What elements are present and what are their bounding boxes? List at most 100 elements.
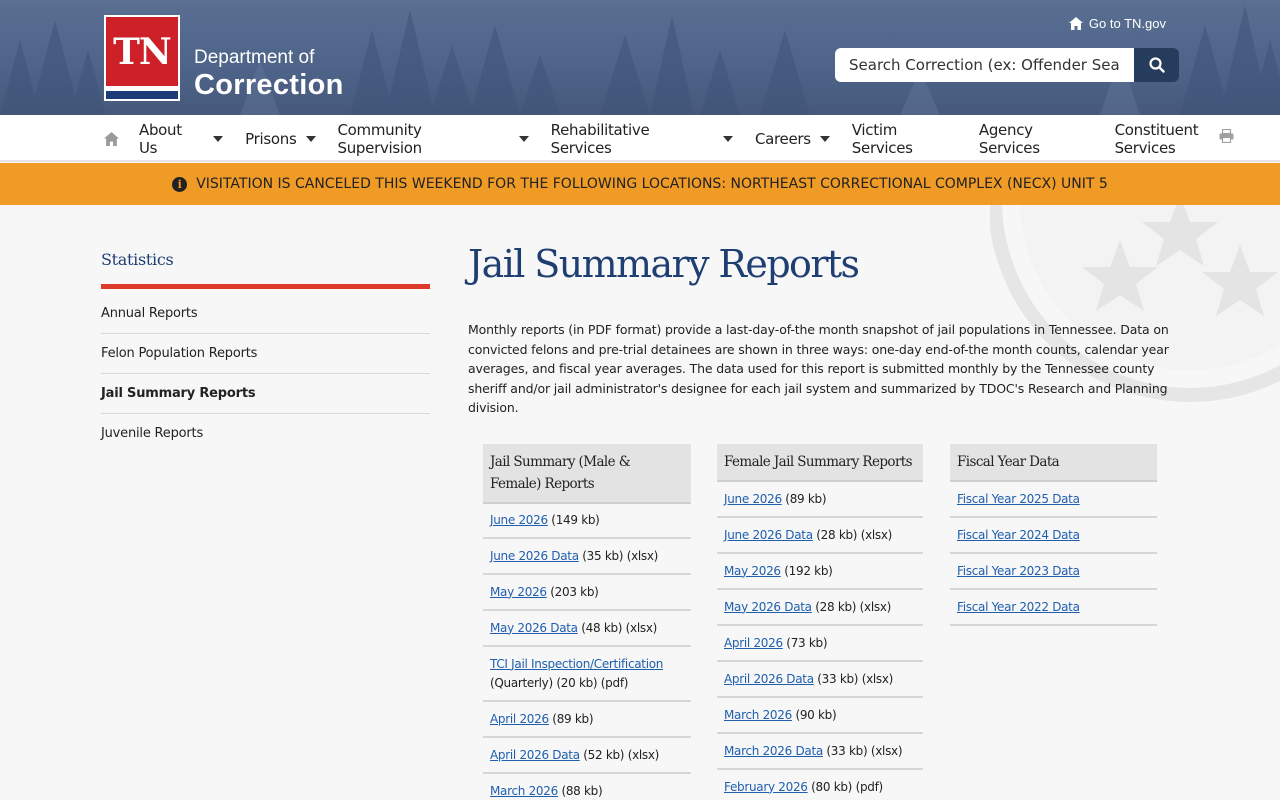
caret-down-icon: [819, 135, 830, 142]
caret-down-icon: [213, 135, 224, 142]
report-link[interactable]: May 2026: [490, 585, 547, 599]
nav-item-label: Agency Services: [978, 120, 1040, 157]
report-link[interactable]: April 2026 Data: [490, 748, 580, 762]
list-item: May 2026 (203 kb): [483, 575, 691, 611]
report-link[interactable]: June 2026: [490, 513, 548, 527]
report-size: (73 kb): [782, 635, 828, 650]
sidebar: Statistics Annual Reports Felon Populati…: [101, 250, 430, 454]
nav-item-label: Constituent Services: [1114, 120, 1199, 157]
report-link[interactable]: March 2026 Data: [724, 744, 823, 758]
report-link[interactable]: April 2026 Data: [724, 672, 814, 686]
search-form: [835, 48, 1179, 82]
list-item: May 2026 (192 kb): [717, 554, 923, 590]
sidebar-item-felon-population-reports[interactable]: Felon Population Reports: [101, 334, 430, 374]
report-size: (192 kb): [780, 563, 833, 578]
column-heading: Jail Summary (Male & Female) Reports: [483, 444, 691, 504]
report-size: (90 kb): [791, 707, 837, 722]
report-link[interactable]: Fiscal Year 2022 Data: [957, 600, 1080, 614]
search-icon: [1148, 57, 1165, 73]
report-link[interactable]: March 2026: [724, 708, 792, 722]
nav-item-prisons[interactable]: Prisons: [245, 130, 320, 148]
alert-text: VISITATION IS CANCELED THIS WEEKEND FOR …: [196, 176, 1108, 192]
search-input[interactable]: [835, 48, 1134, 82]
goto-tn-gov-link[interactable]: Go to TN.gov: [1068, 16, 1166, 31]
alert-banner: i VISITATION IS CANCELED THIS WEEKEND FO…: [0, 163, 1280, 205]
nav-item-label: Careers: [754, 129, 811, 148]
sidebar-title: Statistics: [101, 250, 174, 269]
list-item: June 2026 (89 kb): [717, 482, 923, 518]
column-heading: Fiscal Year Data: [950, 444, 1157, 482]
list-item: Fiscal Year 2022 Data: [950, 590, 1157, 626]
caret-down-icon: [305, 135, 316, 142]
report-size: (48 kb) (xlsx): [577, 620, 658, 635]
nav-item-rehabilitative-services[interactable]: Rehabilitative Services: [551, 121, 738, 157]
list-item: April 2026 Data (52 kb) (xlsx): [483, 738, 691, 774]
nav-home-button[interactable]: [104, 131, 119, 150]
nav-item-about-us[interactable]: About Us: [139, 121, 228, 157]
home-icon: [1068, 17, 1083, 30]
report-size: (89 kb): [781, 491, 827, 506]
list-item: Fiscal Year 2024 Data: [950, 518, 1157, 554]
nav-item-careers[interactable]: Careers: [755, 130, 835, 148]
intro-paragraph: Monthly reports (in PDF format) provide …: [468, 322, 1169, 416]
nav-item-label: Prisons: [245, 129, 297, 148]
report-link[interactable]: February 2026: [724, 780, 808, 794]
home-icon: [104, 132, 119, 146]
list-item: May 2026 Data (48 kb) (xlsx): [483, 611, 691, 647]
info-icon: i: [172, 176, 188, 192]
list-item: April 2026 Data (33 kb) (xlsx): [717, 662, 923, 698]
print-button[interactable]: [1219, 128, 1234, 147]
list-item: June 2026 (149 kb): [483, 504, 691, 539]
logo-line-1: Department of: [194, 47, 315, 68]
report-link[interactable]: TCI Jail Inspection/Certification: [490, 657, 663, 671]
list-item: April 2026 (73 kb): [717, 626, 923, 662]
report-link[interactable]: May 2026 Data: [724, 600, 812, 614]
nav-item-label: Community Supervision: [337, 120, 423, 157]
report-link[interactable]: June 2026: [724, 492, 782, 506]
report-link[interactable]: May 2026 Data: [490, 621, 578, 635]
column-heading: Female Jail Summary Reports: [717, 444, 923, 482]
report-link[interactable]: May 2026: [724, 564, 781, 578]
tn-logo-letters: TN: [113, 31, 172, 73]
report-size: (80 kb) (pdf): [807, 779, 883, 794]
list-item: June 2026 Data (35 kb) (xlsx): [483, 539, 691, 575]
sidebar-item-jail-summary-reports[interactable]: Jail Summary Reports: [101, 374, 430, 414]
sidebar-item-annual-reports[interactable]: Annual Reports: [101, 294, 430, 334]
logo-line-2: Correction: [194, 69, 344, 101]
report-link[interactable]: June 2026 Data: [490, 549, 579, 563]
report-size: (149 kb): [547, 513, 600, 527]
nav-item-label: About Us: [139, 120, 182, 157]
fiscal-year-data-column: Fiscal Year Data Fiscal Year 2025 Data F…: [950, 444, 1157, 626]
report-link[interactable]: March 2026: [490, 784, 558, 798]
sidebar-item-juvenile-reports[interactable]: Juvenile Reports: [101, 414, 430, 454]
report-link[interactable]: June 2026 Data: [724, 528, 813, 542]
list-item: June 2026 Data (28 kb) (xlsx): [717, 518, 923, 554]
list-item: Fiscal Year 2023 Data: [950, 554, 1157, 590]
report-size: (35 kb) (xlsx): [578, 548, 659, 563]
tn-doc-logo[interactable]: TN Department of Correction: [104, 15, 344, 101]
report-link[interactable]: Fiscal Year 2024 Data: [957, 528, 1080, 542]
search-button[interactable]: [1134, 48, 1179, 82]
nav-item-label: Rehabilitative Services: [550, 120, 650, 157]
nav-item-constituent-services[interactable]: Constituent Services: [1115, 121, 1263, 157]
report-link[interactable]: April 2026: [490, 712, 549, 726]
report-size: (28 kb) (xlsx): [811, 599, 892, 614]
list-item: March 2026 Data (33 kb) (xlsx): [717, 734, 923, 770]
report-size: (203 kb): [546, 584, 599, 599]
report-link[interactable]: Fiscal Year 2023 Data: [957, 564, 1080, 578]
caret-down-icon: [518, 135, 529, 142]
report-link[interactable]: April 2026: [724, 636, 783, 650]
report-size: (Quarterly) (20 kb) (pdf): [490, 675, 629, 690]
nav-item-agency-services[interactable]: Agency Services: [979, 121, 1098, 157]
tn-logo-mark: TN: [104, 15, 180, 101]
list-item: March 2026 (88 kb): [483, 774, 691, 800]
report-size: (52 kb) (xlsx): [579, 747, 660, 762]
report-link[interactable]: Fiscal Year 2025 Data: [957, 492, 1080, 506]
list-item: Fiscal Year 2025 Data: [950, 482, 1157, 518]
list-item: May 2026 Data (28 kb) (xlsx): [717, 590, 923, 626]
nav-item-community-supervision[interactable]: Community Supervision: [338, 121, 534, 157]
report-size: (33 kb) (xlsx): [813, 671, 894, 686]
sidebar-accent-bar: [101, 284, 430, 289]
nav-item-victim-services[interactable]: Victim Services: [852, 121, 962, 157]
list-item: March 2026 (90 kb): [717, 698, 923, 734]
